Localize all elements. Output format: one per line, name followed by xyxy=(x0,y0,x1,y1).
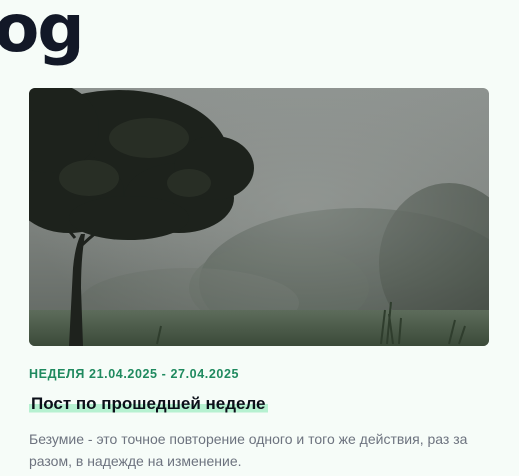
post-date-range: НЕДЕЛЯ 21.04.2025 - 27.04.2025 xyxy=(29,367,240,381)
post-title-link[interactable]: Пост по прошедшей неделе xyxy=(29,394,268,414)
page-title: og xyxy=(0,0,85,67)
blog-page: og НЕДЕЛЯ 21.04.2025 - 27.04.2025 Пост п… xyxy=(0,0,519,476)
post-excerpt: Безумие - это точное повторение одного и… xyxy=(29,431,468,469)
post-card[interactable]: НЕДЕЛЯ 21.04.2025 - 27.04.2025 Пост по п… xyxy=(29,88,489,469)
post-cover-image[interactable] xyxy=(29,88,489,346)
